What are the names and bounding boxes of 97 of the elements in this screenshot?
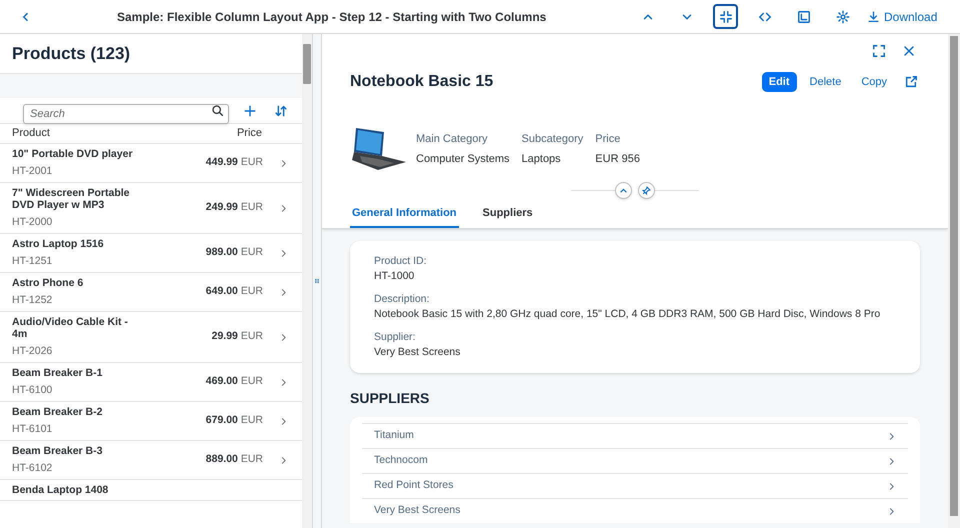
scrollbar[interactable]: [948, 34, 960, 528]
settings-icon: [836, 10, 850, 24]
column-header: Price: [236, 126, 262, 142]
pin-icon: [642, 186, 651, 194]
product-name: Beam Breaker B-3: [12, 445, 104, 457]
section-title: SUPPLIERS: [350, 389, 430, 407]
scrollbar-thumb[interactable]: [303, 44, 311, 84]
exit-fullscreen-icon: [718, 10, 732, 24]
supplier-item[interactable]: Technocom: [362, 448, 908, 473]
page-title: Sample: Flexible Column Layout App - Step 12 - Starting with Two Columns: [117, 8, 548, 26]
download-icon: [867, 10, 880, 23]
attribute-label: Main Category: [416, 132, 489, 147]
product-name: Beam Breaker B-1: [12, 367, 104, 379]
price-currency: EUR: [240, 330, 263, 342]
sort-icon: [274, 104, 288, 118]
attribute-value: EUR 956: [595, 152, 640, 166]
close-button[interactable]: [902, 44, 916, 58]
exit-fullscreen-button[interactable]: [713, 4, 738, 29]
attribute-value: Laptops: [522, 152, 562, 166]
chevron-right-icon: [279, 332, 288, 342]
chevron-right-icon: [279, 204, 288, 212]
price-amount: 249.99: [206, 201, 238, 214]
action-button[interactable]: Delete: [802, 72, 848, 92]
product-name: 7" Widescreen Portable DVD Player w MP3: [12, 187, 131, 211]
field-value: Notebook Basic 15 with 2,80 GHz quad core, 15" LCD, 4 GB DDR3 RAM, 500 GB Hard Disc, Windows 8 Pro: [374, 308, 882, 321]
action-button[interactable]: Edit: [762, 72, 797, 92]
chevron-right-icon: [279, 416, 288, 426]
pin-button[interactable]: [638, 182, 655, 198]
price-amount: 889.00: [206, 453, 238, 466]
product-name: Beam Breaker B-2: [12, 406, 104, 418]
price-amount: 29.99: [212, 330, 238, 342]
fullscreen-button[interactable]: [872, 44, 886, 58]
product-id: HT-2026: [12, 345, 54, 358]
search-field[interactable]: Search: [23, 104, 229, 124]
attribute-value: Computer Systems: [416, 152, 510, 166]
share-button[interactable]: [904, 74, 920, 90]
product-name: Benda Laptop 1408: [12, 484, 110, 496]
product-name: Astro Phone 6: [12, 277, 84, 289]
scrollbar-thumb[interactable]: [950, 36, 958, 516]
chevron-right-icon: [279, 288, 288, 296]
product-name: Astro Laptop 1516: [12, 238, 105, 250]
chevron-right-icon: [279, 248, 288, 258]
chevron-right-icon: [887, 506, 896, 516]
attribute-label: Price: [595, 132, 622, 147]
tab[interactable]: General Information: [350, 200, 459, 228]
fullscreen-icon: [872, 44, 886, 58]
list-item[interactable]: Benda Laptop 1408: [0, 480, 302, 501]
tab[interactable]: Suppliers: [480, 200, 535, 228]
product-id: HT-1251: [12, 255, 54, 268]
download-button[interactable]: Download: [867, 8, 938, 26]
product-id: HT-2001: [12, 165, 54, 178]
product-id: HT-1252: [12, 294, 54, 307]
chevron-right-icon: [279, 456, 288, 464]
product-id: HT-6101: [12, 423, 54, 436]
chevron-right-icon: [279, 378, 288, 386]
laptop-picture: [350, 126, 408, 172]
product-name: Audio/Video Cable Kit - 4m: [12, 316, 129, 340]
price-amount: 449.99: [206, 156, 238, 168]
product-id: HT-6102: [12, 462, 54, 475]
chevron-right-icon: [887, 482, 896, 490]
price-currency: EUR: [240, 375, 263, 388]
field-value: Very Best Screens: [374, 346, 462, 359]
price-currency: EUR: [240, 156, 263, 168]
supplier-item[interactable]: Titanium: [362, 423, 908, 448]
supplier-item[interactable]: Very Best Screens: [362, 498, 908, 523]
price-currency: EUR: [240, 414, 263, 426]
price-currency: EUR: [240, 246, 263, 258]
collapse-button[interactable]: [615, 182, 632, 198]
scrollbar[interactable]: [302, 34, 312, 528]
chevron-right-icon: [887, 432, 896, 440]
field-label: Description:: [374, 293, 430, 306]
product-id: HT-6100: [12, 384, 54, 397]
field-label: Product ID:: [374, 255, 428, 268]
open-icon: [796, 10, 810, 24]
column-header: Product: [12, 126, 51, 142]
close-icon: [902, 44, 916, 58]
field-label: Supplier:: [374, 331, 416, 344]
price-amount: 649.00: [206, 285, 238, 298]
price-currency: EUR: [240, 201, 263, 214]
price-amount: 469.00: [206, 375, 238, 388]
price-currency: EUR: [240, 285, 263, 298]
price-amount: 989.00: [206, 246, 238, 258]
price-amount: 679.00: [206, 414, 238, 426]
object-title: Notebook Basic 15: [350, 72, 494, 92]
search-icon: [210, 104, 224, 116]
list-title: Products (123): [12, 42, 130, 65]
chevron-right-icon: [279, 158, 288, 168]
supplier-item[interactable]: Red Point Stores: [362, 473, 908, 498]
share-icon: [904, 75, 918, 89]
add-icon: [242, 104, 257, 118]
attribute-label: Subcategory: [522, 132, 584, 147]
product-name: 10" Portable DVD player: [12, 148, 134, 160]
action-button[interactable]: Copy: [854, 72, 894, 92]
price-currency: EUR: [240, 453, 263, 466]
product-id: HT-2000: [12, 216, 54, 229]
chevron-right-icon: [887, 456, 896, 466]
field-value: HT-1000: [374, 270, 416, 283]
